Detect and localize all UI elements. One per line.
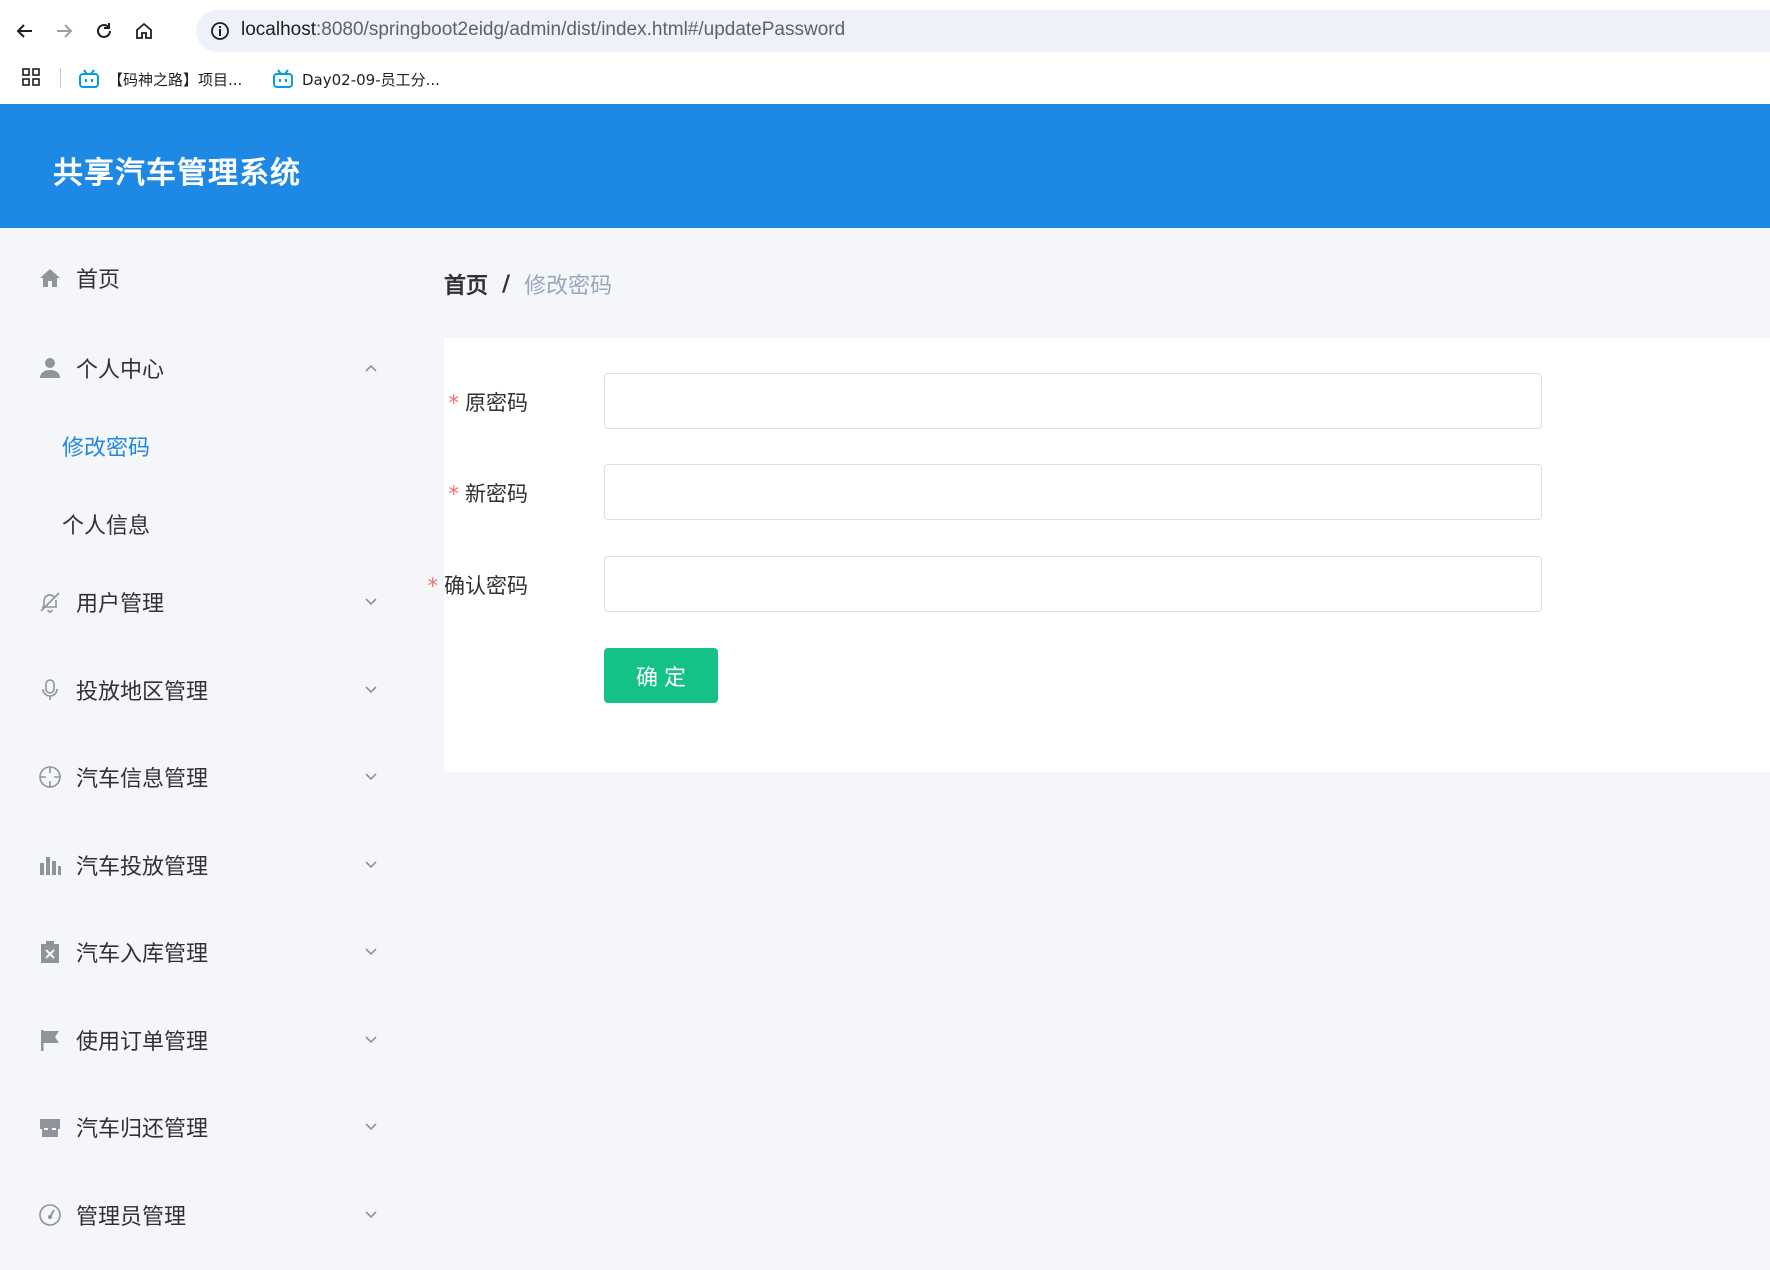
bookmark-item[interactable]: Day02-09-员工分... bbox=[272, 66, 440, 92]
back-button[interactable] bbox=[8, 14, 42, 48]
chevron-down-icon bbox=[362, 768, 380, 786]
house-icon bbox=[136, 22, 152, 39]
bookmark-item[interactable]: 【码神之路】项目... bbox=[78, 66, 242, 92]
gauge-icon bbox=[37, 1202, 63, 1228]
sidebar-subitem-personal-info[interactable]: 个人信息 bbox=[0, 496, 408, 552]
sidebar-item-label: 首页 bbox=[76, 268, 121, 293]
home-button[interactable] bbox=[127, 14, 161, 48]
url-path: :8080/springboot2eidg/admin/dist/index.h… bbox=[316, 19, 846, 40]
clipboard-x-icon bbox=[37, 939, 63, 965]
aim-icon bbox=[37, 764, 63, 790]
sidebar-item-admin-management[interactable]: 管理员管理 bbox=[0, 1185, 408, 1245]
user-icon bbox=[37, 355, 63, 381]
chevron-down-icon bbox=[362, 856, 380, 874]
shop-icon bbox=[37, 1114, 63, 1140]
sidebar-subitem-label: 修改密码 bbox=[62, 436, 151, 461]
sidebar-item-label: 个人中心 bbox=[76, 358, 165, 383]
bookmark-label: 【码神之路】项目... bbox=[108, 70, 243, 89]
chevron-down-icon bbox=[362, 1031, 380, 1049]
address-bar[interactable]: localhost:8080/springboot2eidg/admin/dis… bbox=[196, 10, 1770, 52]
confirm-password-input[interactable] bbox=[604, 556, 1542, 612]
chevron-down-icon bbox=[362, 1206, 380, 1224]
sidebar-item-label: 汽车归还管理 bbox=[76, 1117, 209, 1142]
breadcrumb-home[interactable]: 首页 bbox=[444, 268, 488, 300]
bilibili-icon bbox=[273, 69, 293, 88]
chevron-down-icon bbox=[362, 943, 380, 961]
submit-button[interactable]: 确定 bbox=[604, 648, 718, 703]
password-form: * 原密码 * 新密码 * 确认密码 确定 bbox=[428, 338, 1770, 772]
sidebar-item-label: 管理员管理 bbox=[76, 1205, 187, 1230]
confirm-password-label-text: 确认密码 bbox=[444, 574, 528, 598]
breadcrumb-current: 修改密码 bbox=[524, 274, 613, 299]
sidebar-item-personal-center[interactable]: 个人中心 bbox=[0, 338, 408, 398]
sidebar-item-car-return-management[interactable]: 汽车归还管理 bbox=[0, 1097, 408, 1157]
browser-chrome: localhost:8080/springboot2eidg/admin/dis… bbox=[0, 0, 1770, 104]
sidebar-item-order-management[interactable]: 使用订单管理 bbox=[0, 1010, 408, 1070]
bookmark-label: Day02-09-员工分... bbox=[302, 70, 440, 89]
arrow-right-icon bbox=[57, 24, 73, 38]
chevron-up-icon bbox=[362, 359, 380, 377]
sidebar-item-region-management[interactable]: 投放地区管理 bbox=[0, 660, 408, 720]
sidebar-item-car-storage-management[interactable]: 汽车入库管理 bbox=[0, 922, 408, 982]
sidebar-subitem-change-password[interactable]: 修改密码 bbox=[0, 418, 408, 474]
required-mark: * bbox=[448, 482, 460, 506]
chevron-down-icon bbox=[362, 593, 380, 611]
bilibili-icon bbox=[79, 69, 99, 88]
old-password-label: * 原密码 bbox=[449, 387, 529, 417]
microphone-icon bbox=[37, 677, 63, 703]
bookmark-divider bbox=[60, 68, 61, 88]
flag-icon bbox=[37, 1027, 63, 1053]
sidebar-subitem-label: 个人信息 bbox=[62, 514, 151, 539]
old-password-row: * 原密码 bbox=[444, 373, 1770, 429]
new-password-label: * 新密码 bbox=[449, 478, 529, 508]
url-host: localhost bbox=[241, 19, 316, 40]
bell-off-icon bbox=[37, 589, 63, 615]
confirm-password-label: * 确认密码 bbox=[428, 570, 529, 600]
required-mark: * bbox=[427, 574, 439, 598]
sidebar-item-label: 汽车投放管理 bbox=[76, 855, 209, 880]
sidebar-item-label: 汽车入库管理 bbox=[76, 942, 209, 967]
sidebar-item-label: 汽车信息管理 bbox=[76, 767, 209, 792]
bar-chart-icon bbox=[37, 852, 63, 878]
sidebar-item-car-info-management[interactable]: 汽车信息管理 bbox=[0, 747, 408, 807]
site-info-icon[interactable] bbox=[208, 19, 232, 43]
apps-grid-icon[interactable] bbox=[22, 68, 40, 90]
chevron-down-icon bbox=[362, 681, 380, 699]
breadcrumb: 首页 / 修改密码 bbox=[444, 268, 612, 300]
app-title: 共享汽车管理系统 bbox=[53, 156, 301, 191]
required-mark: * bbox=[448, 391, 460, 415]
new-password-input[interactable] bbox=[604, 464, 1542, 520]
old-password-input[interactable] bbox=[604, 373, 1542, 429]
sidebar-item-label: 使用订单管理 bbox=[76, 1030, 209, 1055]
new-password-label-text: 新密码 bbox=[465, 482, 528, 506]
confirm-password-row: * 确认密码 bbox=[428, 556, 1770, 612]
sidebar-item-user-management[interactable]: 用户管理 bbox=[0, 572, 408, 632]
forward-button[interactable] bbox=[47, 14, 81, 48]
sidebar: 首页 个人中心 修改密码 个人信息 用户管理 投放地区管理 汽车信息管理 汽车投… bbox=[0, 228, 408, 1270]
home-icon bbox=[37, 265, 63, 291]
sidebar-item-label: 用户管理 bbox=[76, 592, 165, 617]
browser-nav-row: localhost:8080/springboot2eidg/admin/dis… bbox=[0, 0, 1770, 62]
arrow-left-icon bbox=[16, 24, 32, 38]
old-password-label-text: 原密码 bbox=[465, 391, 528, 415]
new-password-row: * 新密码 bbox=[444, 464, 1770, 520]
reload-button[interactable] bbox=[87, 14, 121, 48]
reload-icon bbox=[97, 23, 111, 38]
url-text: localhost:8080/springboot2eidg/admin/dis… bbox=[241, 19, 845, 41]
sidebar-item-home[interactable]: 首页 bbox=[0, 248, 408, 308]
sidebar-item-car-deployment-management[interactable]: 汽车投放管理 bbox=[0, 835, 408, 895]
app-header: 共享汽车管理系统 bbox=[0, 104, 1770, 228]
chevron-down-icon bbox=[362, 1118, 380, 1136]
breadcrumb-separator: / bbox=[502, 271, 511, 297]
sidebar-item-label: 投放地区管理 bbox=[76, 680, 209, 705]
